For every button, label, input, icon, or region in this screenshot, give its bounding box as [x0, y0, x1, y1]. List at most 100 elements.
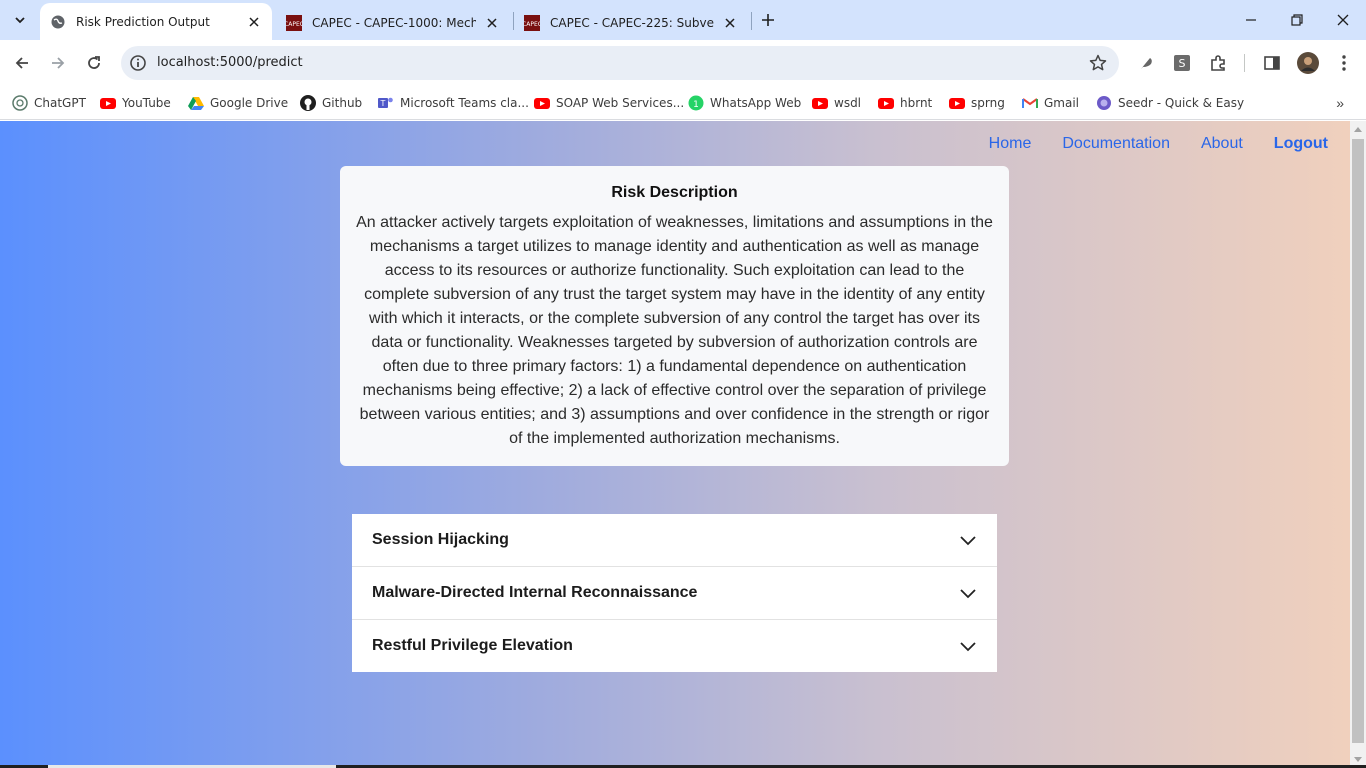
svg-text:T: T — [380, 99, 386, 108]
tab-capec-225[interactable]: CAPEC CAPEC - CAPEC-225: Subvert Ac — [514, 5, 748, 40]
accordion-item-restful-privilege-elevation[interactable]: Restful Privilege Elevation — [352, 620, 997, 672]
profile-avatar[interactable] — [1297, 52, 1319, 74]
bookmark-seedr[interactable]: Seedr - Quick & Easy — [1096, 92, 1244, 114]
github-icon — [300, 95, 316, 111]
bookmark-sprng[interactable]: sprng — [949, 92, 1005, 114]
bookmark-label: YouTube — [122, 96, 171, 110]
bookmark-label: hbrnt — [900, 96, 933, 110]
restore-button[interactable] — [1274, 0, 1320, 40]
attack-patterns-accordion: Session Hijacking Malware-Directed Inter… — [352, 514, 997, 672]
bookmark-soap-web-services[interactable]: SOAP Web Services... — [534, 92, 684, 114]
page-content: Home Documentation About Logout Risk Des… — [0, 121, 1350, 768]
address-bar[interactable]: localhost:5000/predict — [121, 46, 1119, 80]
forward-button[interactable] — [44, 49, 72, 77]
tab-title: CAPEC - CAPEC-225: Subvert Ac — [550, 15, 714, 30]
bookmark-label: sprng — [971, 96, 1005, 110]
minimize-button[interactable] — [1228, 0, 1274, 40]
accordion-item-session-hijacking[interactable]: Session Hijacking — [352, 514, 997, 567]
close-tab-icon[interactable] — [722, 15, 738, 31]
back-button[interactable] — [8, 49, 36, 77]
extension-s-icon[interactable]: S — [1172, 53, 1192, 73]
risk-description-text: An attacker actively targets exploitatio… — [356, 214, 993, 447]
svg-text:CAPEC: CAPEC — [286, 21, 302, 28]
nav-about-link[interactable]: About — [1201, 135, 1243, 153]
info-icon[interactable] — [129, 54, 147, 72]
more-bookmarks-icon[interactable]: » — [1336, 95, 1344, 111]
chevron-down-icon — [960, 642, 976, 652]
nav-logout-link[interactable]: Logout — [1274, 135, 1328, 153]
tab-separator — [751, 12, 752, 30]
bookmark-label: Seedr - Quick & Easy — [1118, 96, 1245, 110]
gmail-icon — [1022, 98, 1038, 108]
close-tab-icon[interactable] — [246, 14, 262, 30]
nav-home-link[interactable]: Home — [989, 135, 1032, 153]
arrow-left-icon — [15, 57, 28, 69]
side-panel-icon[interactable] — [1262, 53, 1282, 73]
bookmark-wsdl[interactable]: wsdl — [812, 92, 861, 114]
youtube-icon — [878, 98, 894, 109]
plus-icon — [762, 14, 774, 26]
bookmark-gmail[interactable]: Gmail — [1022, 92, 1079, 114]
chevron-down-icon — [15, 17, 25, 24]
bookmark-label: Github — [322, 96, 363, 110]
scroll-up-arrow-icon[interactable] — [1354, 127, 1362, 132]
svg-text:1: 1 — [693, 100, 699, 110]
bookmark-microsoft-teams[interactable]: T Microsoft Teams cla... — [378, 92, 529, 114]
bookmark-label: Gmail — [1044, 96, 1080, 110]
nav-documentation-link[interactable]: Documentation — [1062, 135, 1170, 153]
tab-search-button[interactable] — [6, 7, 34, 33]
tab-title: Risk Prediction Output — [76, 14, 210, 29]
bookmark-label: Google Drive — [210, 96, 289, 110]
tab-risk-prediction[interactable]: Risk Prediction Output — [40, 3, 272, 40]
capec-icon: CAPEC — [524, 14, 540, 31]
bookmark-label: SOAP Web Services... — [556, 96, 685, 110]
vertical-scrollbar[interactable] — [1350, 121, 1366, 768]
accordion-item-label: Restful Privilege Elevation — [372, 637, 573, 654]
site-nav: Home Documentation About Logout — [958, 135, 1328, 153]
chatgpt-icon — [12, 95, 28, 111]
bookmark-label: wsdl — [834, 96, 862, 110]
restore-icon — [1291, 14, 1303, 26]
browser-toolbar: localhost:5000/predict S — [0, 40, 1366, 86]
bookmark-label: WhatsApp Web — [710, 96, 802, 110]
seedr-icon — [1097, 96, 1111, 110]
bookmark-github[interactable]: Github — [300, 92, 362, 114]
bookmark-label: ChatGPT — [34, 96, 86, 110]
scrollbar-thumb[interactable] — [1352, 139, 1364, 743]
bookmark-hbrnt[interactable]: hbrnt — [878, 92, 932, 114]
chevron-down-icon — [960, 536, 976, 546]
star-icon[interactable] — [1089, 54, 1107, 72]
bookmark-chatgpt[interactable]: ChatGPT — [12, 92, 86, 114]
chevron-down-icon — [960, 589, 976, 599]
arrow-right-icon — [52, 57, 65, 69]
scroll-down-arrow-icon[interactable] — [1354, 757, 1362, 762]
bookmarks-bar: ChatGPT YouTube Google Drive Github T Mi… — [0, 86, 1366, 120]
youtube-icon — [534, 98, 550, 109]
teams-icon: T — [378, 97, 393, 108]
toolbar-divider — [1244, 54, 1245, 72]
extensions-puzzle-icon[interactable] — [1208, 53, 1228, 73]
extension-feather-icon[interactable] — [1137, 53, 1157, 73]
risk-description-card: Risk Description An attacker actively ta… — [340, 166, 1009, 466]
bookmark-youtube[interactable]: YouTube — [100, 92, 171, 114]
bookmark-google-drive[interactable]: Google Drive — [188, 92, 288, 114]
menu-kebab-icon[interactable] — [1334, 53, 1354, 73]
reload-icon — [88, 56, 100, 69]
google-drive-icon — [188, 97, 204, 110]
whatsapp-icon: 1 — [688, 95, 704, 111]
close-tab-icon[interactable] — [484, 15, 500, 31]
tab-strip: Risk Prediction Output CAPEC CAPEC - CAP… — [0, 0, 1366, 40]
reload-button[interactable] — [80, 49, 108, 77]
minimize-icon — [1246, 19, 1256, 21]
new-tab-button[interactable] — [756, 8, 780, 32]
globe-icon — [51, 15, 65, 28]
capec-icon: CAPEC — [286, 14, 302, 31]
svg-text:S: S — [1179, 57, 1186, 70]
close-window-button[interactable] — [1320, 0, 1366, 40]
tab-capec-1000[interactable]: CAPEC CAPEC - CAPEC-1000: Mechanis — [276, 5, 510, 40]
accordion-item-malware-directed-internal-reconnaissance[interactable]: Malware-Directed Internal Reconnaissance — [352, 567, 997, 620]
url-text[interactable]: localhost:5000/predict — [157, 55, 303, 70]
bookmark-whatsapp-web[interactable]: 1 WhatsApp Web — [688, 92, 801, 114]
svg-text:CAPEC: CAPEC — [524, 21, 540, 28]
youtube-icon — [100, 98, 116, 109]
